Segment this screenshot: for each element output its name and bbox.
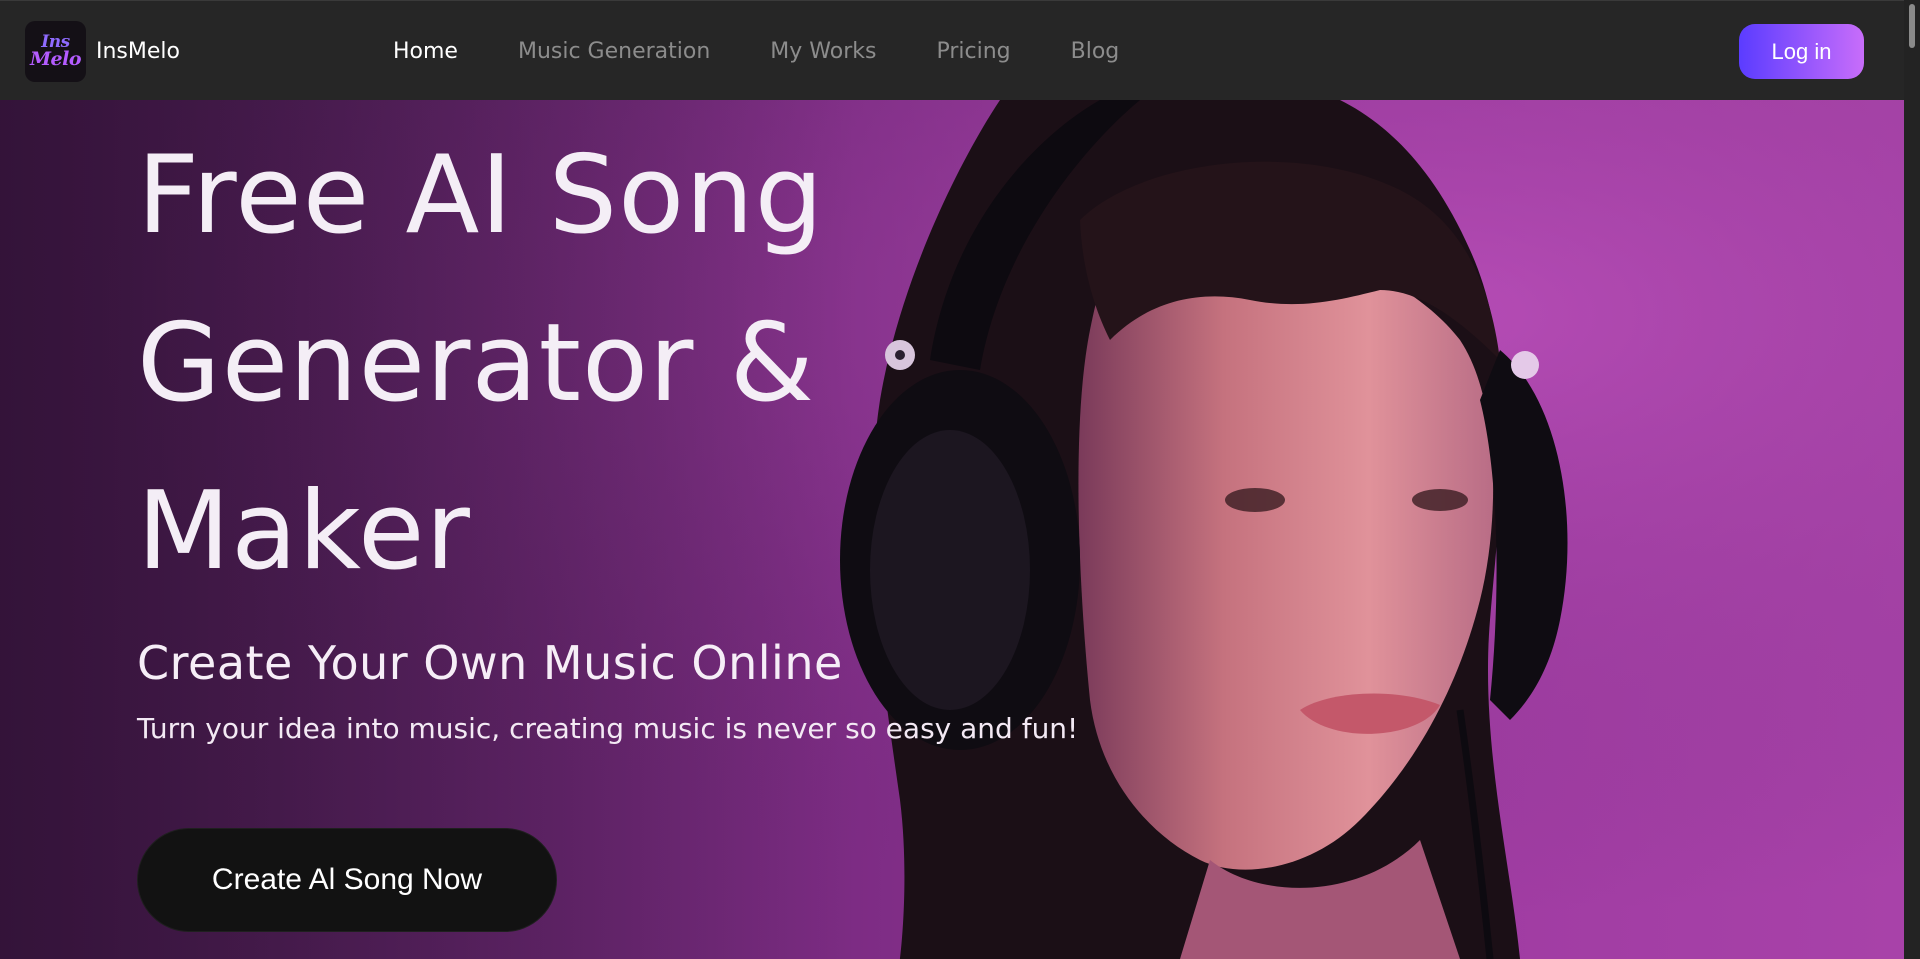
brand-name: InsMelo — [96, 39, 180, 64]
top-navbar: Ins Melo InsMelo Home Music Generation M… — [0, 0, 1904, 100]
hero-subtitle: Create Your Own Music Online — [137, 636, 843, 690]
hero-title: Free AI Song Generator & Maker — [137, 133, 825, 594]
nav-item-my-works[interactable]: My Works — [770, 39, 876, 64]
nav-item-home[interactable]: Home — [393, 39, 458, 64]
main-nav: Home Music Generation My Works Pricing B… — [393, 1, 1179, 101]
create-ai-song-button[interactable]: Create Al Song Now — [137, 828, 557, 932]
logo-mark-line2: Melo — [29, 47, 82, 70]
hero-description: Turn your idea into music, creating musi… — [137, 712, 1079, 745]
login-button[interactable]: Log in — [1739, 24, 1864, 79]
page-scrollbar[interactable] — [1904, 0, 1920, 959]
nav-item-music-generation[interactable]: Music Generation — [518, 39, 710, 64]
nav-item-pricing[interactable]: Pricing — [936, 39, 1010, 64]
brand-logo-link[interactable]: Ins Melo InsMelo — [25, 21, 180, 82]
nav-item-blog[interactable]: Blog — [1071, 39, 1120, 64]
scrollbar-thumb[interactable] — [1909, 4, 1915, 48]
page: Ins Melo InsMelo Home Music Generation M… — [0, 0, 1920, 959]
hero-section: Free AI Song Generator & Maker Create Yo… — [0, 100, 1904, 959]
insmelo-logo-icon: Ins Melo — [25, 21, 86, 82]
